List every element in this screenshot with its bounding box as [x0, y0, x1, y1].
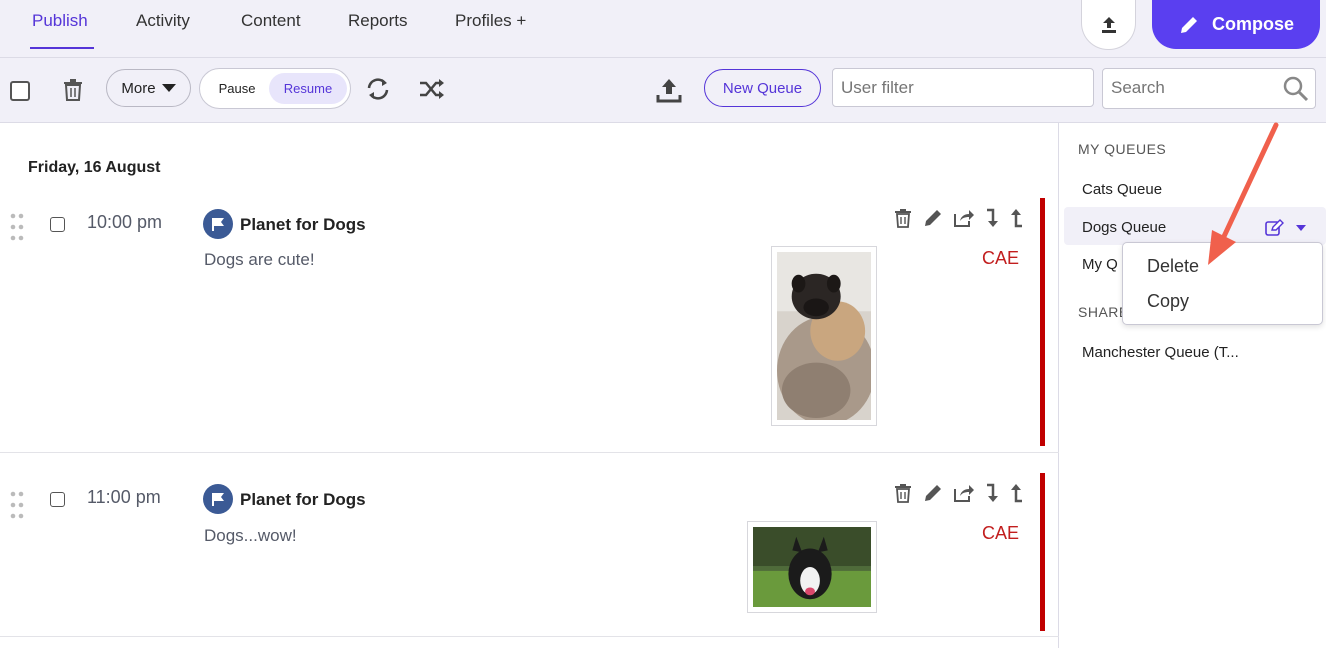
- tab-publish[interactable]: Publish: [32, 11, 88, 31]
- caret-down-icon[interactable]: [1296, 225, 1306, 231]
- post-actions: [893, 482, 1025, 504]
- profile-name: Planet for Dogs: [240, 490, 366, 509]
- drag-handle-icon[interactable]: [10, 491, 24, 519]
- select-all-checkbox[interactable]: [10, 81, 30, 101]
- upload-button[interactable]: [1081, 0, 1136, 50]
- pencil-icon: [1180, 16, 1197, 33]
- avatar: [203, 484, 233, 514]
- new-queue-button[interactable]: New Queue: [704, 69, 821, 107]
- my-queues-heading: MY QUEUES: [1078, 141, 1167, 157]
- post-time: 11:00 pm: [87, 487, 161, 507]
- flag-icon: [212, 218, 224, 231]
- post-checkbox[interactable]: [50, 217, 65, 232]
- pause-button[interactable]: Pause: [206, 73, 268, 104]
- search-input[interactable]: [1103, 69, 1273, 106]
- more-button[interactable]: More: [106, 69, 191, 107]
- queue-item-cats[interactable]: Cats Queue: [1082, 181, 1162, 198]
- move-up-icon[interactable]: [1009, 208, 1025, 228]
- tab-profiles[interactable]: Profiles +: [455, 11, 526, 31]
- caret-down-icon: [161, 84, 176, 92]
- move-up-icon[interactable]: [1009, 483, 1025, 503]
- share-icon[interactable]: [953, 208, 975, 228]
- post-image-pug[interactable]: [771, 246, 877, 426]
- pencil-icon[interactable]: [922, 207, 944, 229]
- pug-photo: [777, 252, 875, 425]
- post-checkbox[interactable]: [50, 492, 65, 507]
- post-text: Dogs are cute!: [204, 250, 315, 269]
- drag-handle-icon[interactable]: [10, 213, 24, 241]
- queue-toolbar: More Pause Resume New Queue: [0, 58, 1326, 123]
- more-label: More: [121, 79, 156, 97]
- post-text: Dogs...wow!: [204, 526, 297, 545]
- avatar: [203, 209, 233, 239]
- pencil-icon[interactable]: [922, 482, 944, 504]
- upload-icon[interactable]: [656, 77, 682, 103]
- status-label: CAE: [982, 248, 1020, 268]
- move-down-icon[interactable]: [984, 483, 1000, 503]
- menu-item-copy[interactable]: Copy: [1147, 291, 1189, 312]
- move-down-icon[interactable]: [984, 208, 1000, 228]
- post-card: 10:00 pm Planet for Dogs Dogs are cute! …: [0, 187, 1059, 453]
- refresh-icon[interactable]: [365, 77, 391, 101]
- dog-photo: [753, 527, 871, 607]
- compose-label: Compose: [1211, 14, 1294, 34]
- queue-item-dogs[interactable]: Dogs Queue: [1082, 219, 1166, 236]
- annotation-arrow-icon: [1208, 122, 1279, 265]
- top-navigation: Publish Activity Content Reports Profile…: [0, 0, 1326, 58]
- tab-reports[interactable]: Reports: [348, 11, 408, 31]
- tab-content[interactable]: Content: [241, 11, 301, 31]
- active-tab-indicator: [30, 47, 94, 49]
- queue-item-manchester[interactable]: Manchester Queue (T...: [1082, 344, 1239, 361]
- flag-icon: [212, 493, 224, 506]
- resume-button[interactable]: Resume: [269, 73, 347, 104]
- status-bar: [1040, 473, 1045, 631]
- trash-icon[interactable]: [62, 78, 84, 102]
- queue-posts-area: Friday, 16 August 10:00 pm Planet for Do…: [0, 123, 1059, 648]
- search-icon[interactable]: [1283, 76, 1309, 102]
- post-actions: [893, 207, 1025, 229]
- shuffle-icon[interactable]: [418, 77, 446, 101]
- compose-button[interactable]: Compose: [1152, 0, 1320, 49]
- status-bar: [1040, 198, 1045, 446]
- upload-icon: [1101, 16, 1116, 33]
- trash-icon[interactable]: [893, 208, 913, 228]
- post-time: 10:00 pm: [87, 212, 163, 232]
- share-icon[interactable]: [953, 483, 975, 503]
- profile-name: Planet for Dogs: [240, 215, 366, 234]
- status-label: CAE: [982, 523, 1020, 543]
- search-box: [1102, 68, 1316, 109]
- post-image-dog[interactable]: [747, 521, 877, 613]
- date-header: Friday, 16 August: [28, 159, 161, 176]
- post-card: 11:00 pm Planet for Dogs Dogs...wow! CAE: [0, 453, 1059, 637]
- tab-activity[interactable]: Activity: [136, 11, 190, 31]
- pause-resume-toggle: Pause Resume: [199, 68, 351, 109]
- trash-icon[interactable]: [893, 483, 913, 503]
- user-filter-input[interactable]: [832, 68, 1094, 107]
- queue-item-my[interactable]: My Q: [1082, 256, 1118, 273]
